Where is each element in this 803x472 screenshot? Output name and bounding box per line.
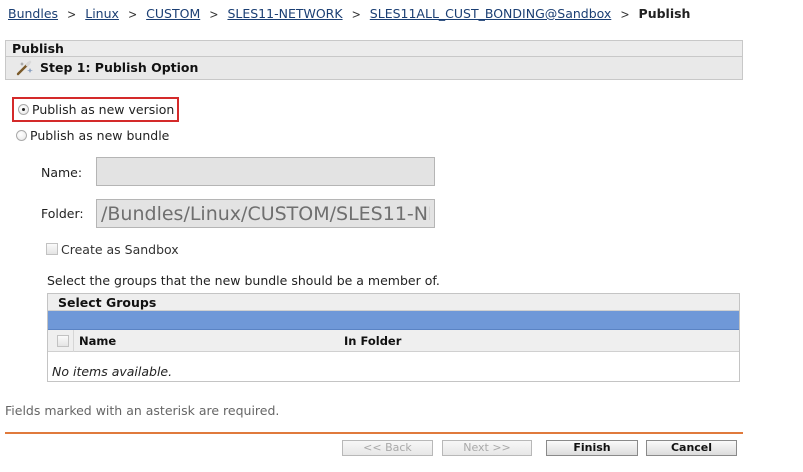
breadcrumb: Bundles > Linux > CUSTOM > SLES11-NETWORK > SLES… xyxy=(8,6,690,22)
panel-tab-label: Publish xyxy=(12,41,64,56)
breadcrumb-current: Publish xyxy=(638,6,691,21)
breadcrumb-link-custom[interactable]: CUSTOM xyxy=(146,6,200,21)
folder-input[interactable] xyxy=(96,199,435,228)
cancel-button[interactable]: Cancel xyxy=(646,440,737,456)
column-header-name[interactable]: Name xyxy=(79,334,116,348)
name-input[interactable] xyxy=(96,157,435,186)
breadcrumb-link-bundle[interactable]: SLES11ALL_CUST_BONDING@Sandbox xyxy=(370,6,612,21)
step-title: Step 1: Publish Option xyxy=(40,60,199,75)
publish-new-version-option[interactable]: Publish as new version xyxy=(12,97,179,122)
step-header: Step 1: Publish Option xyxy=(5,56,743,80)
breadcrumb-separator: > xyxy=(351,7,361,22)
select-all-checkbox[interactable] xyxy=(57,335,69,347)
publish-new-bundle-option[interactable]: Publish as new bundle xyxy=(16,128,169,146)
next-button[interactable]: Next >> xyxy=(442,440,532,456)
publish-new-version-label: Publish as new version xyxy=(32,102,175,117)
name-label: Name: xyxy=(41,165,83,180)
breadcrumb-link-bundles[interactable]: Bundles xyxy=(8,6,58,21)
publish-new-bundle-label: Publish as new bundle xyxy=(30,128,170,143)
column-divider xyxy=(73,330,74,352)
breadcrumb-link-linux[interactable]: Linux xyxy=(85,6,119,21)
breadcrumb-separator: > xyxy=(209,7,219,22)
column-header-in-folder[interactable]: In Folder xyxy=(344,334,401,348)
select-groups-toolbar xyxy=(48,311,739,330)
select-groups-title: Select Groups xyxy=(58,295,157,310)
finish-button[interactable]: Finish xyxy=(546,440,638,456)
breadcrumb-separator: > xyxy=(127,7,138,22)
publish-new-version-radio[interactable] xyxy=(18,104,29,115)
breadcrumb-separator: > xyxy=(620,7,630,22)
select-groups-table: Select Groups Name In Folder No items av… xyxy=(47,293,740,382)
wand-icon xyxy=(15,60,35,76)
breadcrumb-separator: > xyxy=(67,7,77,22)
create-sandbox-option[interactable]: Create as Sandbox xyxy=(46,242,179,257)
create-sandbox-label: Create as Sandbox xyxy=(61,242,179,257)
required-fields-note: Fields marked with an asterisk are requi… xyxy=(5,403,280,418)
panel-tab: Publish xyxy=(5,40,743,56)
breadcrumb-link-sles11-network[interactable]: SLES11-NETWORK xyxy=(227,6,342,21)
footer-divider xyxy=(5,432,743,434)
publish-new-bundle-radio[interactable] xyxy=(16,130,27,141)
groups-instruction: Select the groups that the new bundle sh… xyxy=(47,273,440,288)
empty-message: No items available. xyxy=(52,364,173,379)
create-sandbox-checkbox[interactable] xyxy=(46,243,58,255)
table-header-row: Name In Folder xyxy=(48,330,739,352)
select-groups-header: Select Groups xyxy=(48,294,739,311)
folder-label: Folder: xyxy=(41,206,84,221)
back-button[interactable]: << Back xyxy=(342,440,433,456)
